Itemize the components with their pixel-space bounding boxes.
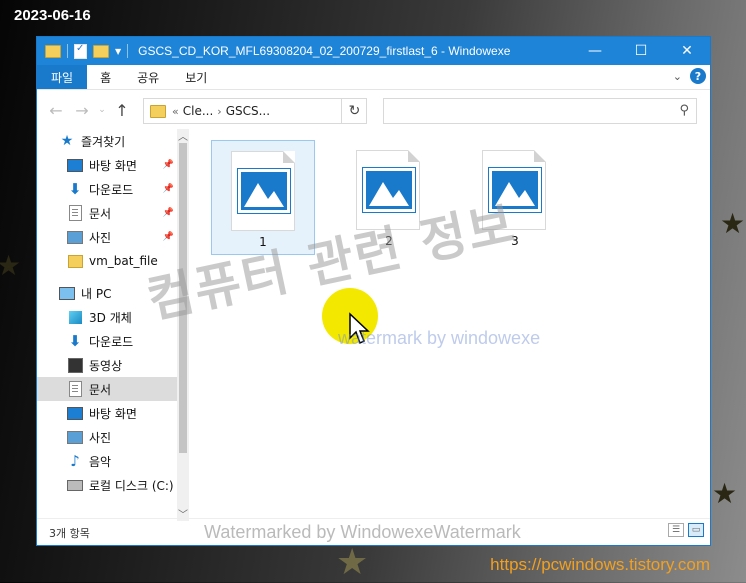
up-arrow-icon[interactable]: ↑	[109, 101, 135, 120]
drive-icon	[67, 478, 83, 492]
tab-file[interactable]: 파일	[37, 65, 88, 89]
document-icon	[67, 381, 83, 397]
details-view-icon[interactable]: ☰	[668, 523, 684, 537]
nav-item-label: 다운로드	[89, 182, 134, 197]
nav-item-label: 음악	[89, 454, 112, 469]
music-icon: ♪	[70, 452, 80, 470]
expand-ribbon-chevron-icon[interactable]: ⌄	[673, 70, 682, 83]
refresh-button[interactable]: ↻	[341, 98, 367, 124]
pin-icon: 📌	[162, 232, 174, 242]
background-star-icon: ★	[712, 477, 738, 510]
nav-item-local-disk-c[interactable]: 로컬 디스크 (C:)	[37, 473, 177, 497]
site-link[interactable]: https://pcwindows.tistory.com	[490, 555, 710, 575]
nav-item-desktop-pc[interactable]: 바탕 화면	[37, 401, 177, 425]
ribbon-tabs: 파일 홈 공유 보기 ⌄ ?	[37, 65, 710, 90]
download-icon: ⬇	[68, 180, 82, 198]
background-star-icon: ★	[720, 207, 746, 240]
breadcrumb-overflow[interactable]: «	[172, 105, 179, 118]
image-thumbnail	[237, 168, 291, 214]
close-button[interactable]: ✕	[664, 37, 710, 65]
desktop-icon	[67, 158, 83, 172]
star-icon: ★	[60, 133, 74, 149]
address-bar[interactable]: « Cle... › GSCS...	[143, 98, 367, 124]
separator	[127, 44, 129, 58]
folder-icon	[67, 254, 83, 268]
tab-view[interactable]: 보기	[172, 65, 220, 89]
nav-item-documents[interactable]: 문서 📌	[37, 201, 177, 225]
pin-icon: 📌	[162, 184, 174, 194]
title-bar[interactable]: ▼ GSCS_CD_KOR_MFL69308204_02_200729_firs…	[37, 37, 710, 65]
nav-item-quick-access[interactable]: ★ 즐겨찾기	[37, 129, 177, 153]
nav-item-pictures-pc[interactable]: 사진	[37, 425, 177, 449]
quick-access-toolbar: ▼	[37, 43, 129, 59]
date-stamp: 2023-06-16	[14, 7, 91, 24]
address-row: ← → ⌄ ↑ « Cle... › GSCS... ↻ ⚲	[37, 90, 710, 130]
nav-item-label: 내 PC	[81, 286, 112, 301]
background-star-icon: ★	[0, 249, 22, 282]
nav-item-label: 문서	[89, 382, 112, 397]
nav-item-label: 바탕 화면	[89, 158, 137, 173]
pin-icon: 📌	[162, 208, 174, 218]
folder-icon	[150, 104, 166, 118]
forward-arrow-icon[interactable]: →	[69, 101, 95, 120]
nav-item-downloads-pc[interactable]: ⬇ 다운로드	[37, 329, 177, 353]
nav-item-music[interactable]: ♪ 음악	[37, 449, 177, 473]
video-icon	[67, 357, 83, 373]
download-icon: ⬇	[68, 332, 82, 350]
file-explorer-window: ▼ GSCS_CD_KOR_MFL69308204_02_200729_firs…	[36, 36, 711, 546]
nav-item-videos[interactable]: 동영상	[37, 353, 177, 377]
nav-item-pictures[interactable]: 사진 📌	[37, 225, 177, 249]
image-file-icon	[231, 151, 295, 231]
nav-item-label: 바탕 화면	[89, 406, 137, 421]
pc-icon	[59, 286, 75, 300]
large-icons-view-icon[interactable]: ▭	[688, 523, 704, 537]
nav-item-label: 문서	[89, 206, 112, 221]
background-star-icon: ★	[336, 542, 369, 583]
maximize-button[interactable]: ☐	[618, 37, 664, 65]
desktop-icon	[67, 406, 83, 420]
nav-item-label: 사진	[89, 230, 112, 245]
search-icon: ⚲	[679, 103, 689, 118]
ribbon-right-controls: ⌄ ?	[673, 68, 706, 84]
nav-item-label: 즐겨찾기	[81, 134, 126, 149]
tab-home[interactable]: 홈	[87, 65, 124, 89]
refresh-icon: ↻	[348, 103, 361, 119]
breadcrumb-item[interactable]: Cle...	[183, 104, 214, 118]
nav-item-label: 로컬 디스크 (C:)	[89, 478, 174, 493]
tab-share[interactable]: 공유	[124, 65, 172, 89]
pictures-icon	[67, 430, 83, 444]
3d-objects-icon	[67, 310, 83, 324]
separator	[67, 44, 68, 58]
pin-icon: 📌	[162, 160, 174, 170]
folder-icon	[45, 44, 61, 58]
new-folder-icon[interactable]	[93, 44, 109, 58]
nav-item-downloads[interactable]: ⬇ 다운로드 📌	[37, 177, 177, 201]
minimize-button[interactable]: —	[572, 37, 618, 65]
view-buttons: ☰ ▭	[668, 523, 704, 537]
customize-toolbar-dropdown-icon[interactable]: ▼	[115, 47, 121, 56]
watermark-footer: Watermarked by WindowexeWatermark	[204, 522, 521, 542]
nav-item-label: 사진	[89, 430, 112, 445]
breadcrumb-separator[interactable]: ›	[217, 105, 221, 118]
nav-item-label: 동영상	[89, 358, 123, 373]
recent-locations-dropdown-icon[interactable]: ⌄	[95, 105, 109, 115]
back-arrow-icon[interactable]: ←	[43, 101, 69, 120]
nav-item-label: 3D 개체	[89, 310, 132, 325]
help-button[interactable]: ?	[690, 68, 706, 84]
scroll-up-chevron-icon[interactable]: ︿	[178, 128, 188, 143]
nav-item-desktop[interactable]: 바탕 화면 📌	[37, 153, 177, 177]
watermark-caption: watermark by windowexe	[338, 328, 541, 348]
search-input[interactable]: ⚲	[383, 98, 697, 124]
item-count: 3개 항목	[49, 527, 90, 540]
nav-item-documents-pc[interactable]: 문서	[37, 377, 177, 401]
window-title: GSCS_CD_KOR_MFL69308204_02_200729_firstl…	[138, 44, 511, 58]
breadcrumb-item[interactable]: GSCS...	[226, 104, 270, 118]
pictures-icon	[67, 230, 83, 244]
nav-item-label: 다운로드	[89, 334, 134, 349]
window-controls: — ☐ ✕	[572, 37, 710, 65]
document-icon	[67, 205, 83, 221]
properties-icon[interactable]	[74, 43, 87, 59]
